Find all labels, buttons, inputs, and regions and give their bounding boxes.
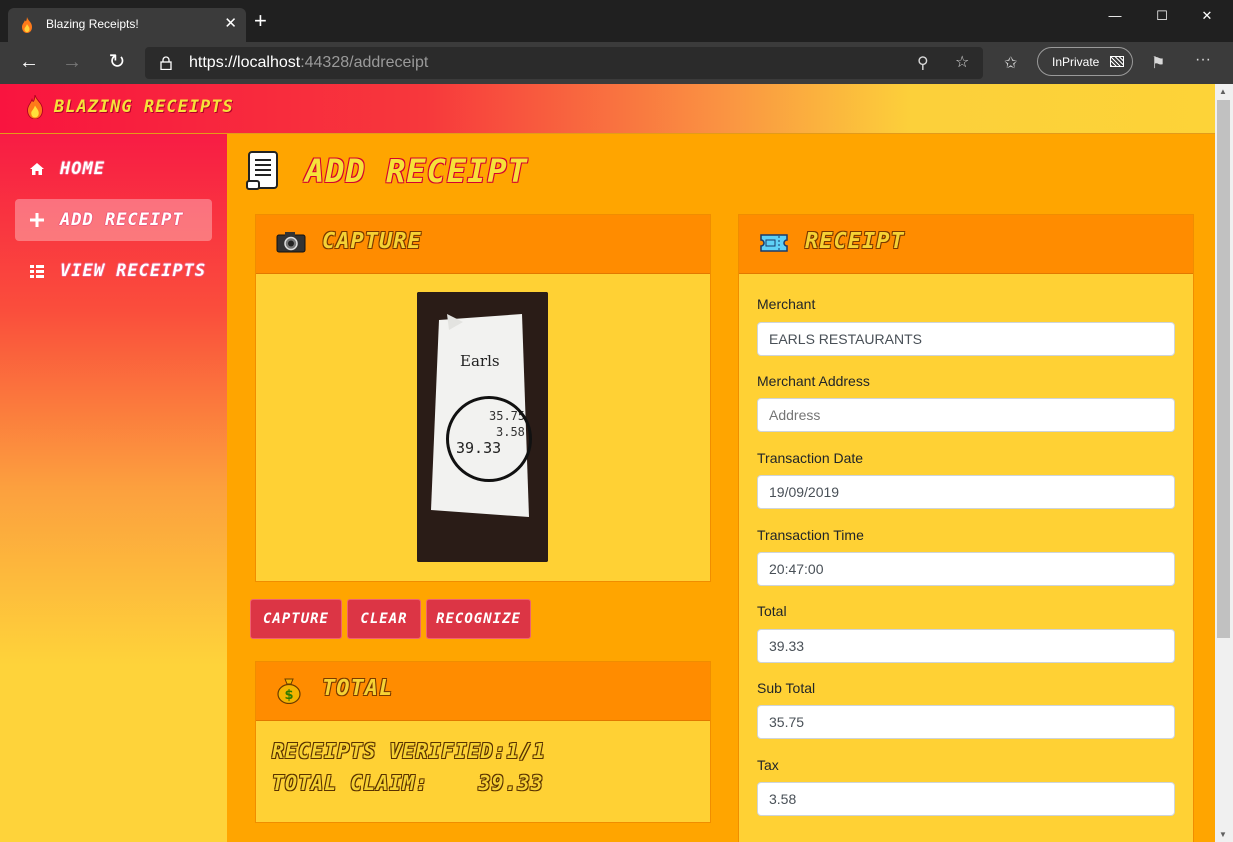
more-options-icon[interactable]: ···: [1195, 51, 1211, 69]
tax-field[interactable]: [757, 782, 1175, 816]
merchant-address-label: Merchant Address: [757, 373, 870, 389]
capture-button[interactable]: CAPTURE: [250, 599, 342, 639]
merchant-label: Merchant: [757, 296, 816, 312]
forward-icon[interactable]: →: [61, 51, 83, 73]
merchant-address-field[interactable]: [757, 398, 1175, 432]
feedback-icon[interactable]: ⚑: [1151, 53, 1165, 73]
total-label: Total: [757, 603, 787, 619]
sidebar: HOME ADD RECEIPT VIEW RECEIPTS: [0, 134, 227, 842]
total-card-title: TOTAL: [322, 676, 394, 701]
close-tab-icon[interactable]: ✕: [224, 14, 237, 32]
page-title: ADD RECEIPT: [305, 152, 528, 190]
favorite-star-icon[interactable]: ☆: [955, 52, 969, 72]
app-topbar: BLAZING RECEIPTS: [0, 84, 1215, 134]
svg-text:$: $: [284, 688, 293, 703]
plus-icon: [30, 213, 44, 227]
clear-button[interactable]: CLEAR: [347, 599, 421, 639]
transaction-date-field[interactable]: [757, 475, 1175, 509]
flame-icon: [22, 17, 32, 33]
brand[interactable]: BLAZING RECEIPTS: [24, 95, 234, 119]
focus-circle: [446, 396, 532, 482]
inprivate-icon: [1110, 56, 1124, 67]
sidebar-item-label: ADD RECEIPT: [60, 210, 184, 230]
scroll-icon: [246, 151, 278, 190]
recognize-button[interactable]: RECOGNIZE: [426, 599, 531, 639]
page: BLAZING RECEIPTS HOME ADD RECEIPT VIEW R…: [0, 84, 1215, 842]
sidebar-item-add-receipt[interactable]: ADD RECEIPT: [15, 199, 212, 241]
receipt-card: RECEIPT Merchant Merchant Address Transa…: [738, 214, 1194, 842]
favorites-icon[interactable]: ✩: [1004, 53, 1017, 73]
home-icon: [30, 163, 44, 175]
sidebar-item-home[interactable]: HOME: [15, 148, 212, 190]
browser-toolbar: ← → ↻ https://localhost:44328/addreceipt…: [0, 42, 1233, 84]
money-bag-icon: $: [277, 678, 301, 704]
transaction-time-label: Transaction Time: [757, 527, 864, 543]
lock-icon: [160, 56, 172, 70]
total-card-header: $ TOTAL: [256, 662, 710, 721]
browser-titlebar: Blazing Receipts! ✕ + ― ☐ ✕: [0, 0, 1233, 42]
tax-label: Tax: [757, 757, 779, 773]
scroll-thumb[interactable]: [1217, 100, 1230, 638]
zoom-icon[interactable]: ⚲: [917, 53, 929, 73]
sidebar-item-view-receipts[interactable]: VIEW RECEIPTS: [15, 250, 212, 292]
sub-total-label: Sub Total: [757, 680, 816, 696]
total-claim: TOTAL CLAIM: 39.33: [272, 771, 544, 795]
capture-card: CAPTURE Earls 35.75 3.58 39.33: [255, 214, 711, 582]
inprivate-button[interactable]: InPrivate: [1037, 47, 1133, 76]
receipt-card-title: RECEIPT: [805, 229, 905, 254]
page-scrollbar[interactable]: ▲ ▼: [1215, 84, 1233, 842]
receipt-card-header: RECEIPT: [739, 215, 1193, 274]
tab-title: Blazing Receipts!: [46, 17, 139, 31]
maximize-icon[interactable]: ☐: [1152, 8, 1172, 24]
total-card: $ TOTAL RECEIPTS VERIFIED:1/1 TOTAL CLAI…: [255, 661, 711, 823]
new-tab-icon[interactable]: +: [254, 10, 267, 32]
brand-name: BLAZING RECEIPTS: [54, 97, 234, 117]
minimize-icon[interactable]: ―: [1105, 8, 1125, 23]
sidebar-item-label: HOME: [60, 159, 105, 179]
sidebar-item-label: VIEW RECEIPTS: [60, 261, 207, 281]
list-icon: [30, 265, 44, 278]
scroll-down-icon[interactable]: ▼: [1219, 830, 1227, 839]
receipts-verified: RECEIPTS VERIFIED:1/1: [272, 739, 546, 763]
browser-tab[interactable]: Blazing Receipts! ✕: [8, 8, 246, 42]
ticket-icon: [760, 234, 788, 252]
camera-icon: [276, 232, 306, 253]
url-text: https://localhost:44328/addreceipt: [189, 54, 429, 71]
receipt-photo: Earls 35.75 3.58 39.33: [417, 292, 548, 562]
transaction-time-field[interactable]: [757, 552, 1175, 586]
flame-logo-icon: [27, 95, 43, 119]
capture-card-title: CAPTURE: [322, 229, 422, 254]
close-window-icon[interactable]: ✕: [1197, 8, 1217, 24]
capture-card-header: CAPTURE: [256, 215, 710, 274]
transaction-date-label: Transaction Date: [757, 450, 864, 466]
refresh-icon[interactable]: ↻: [106, 51, 128, 73]
address-bar[interactable]: https://localhost:44328/addreceipt ⚲ ☆: [145, 47, 983, 79]
sub-total-field[interactable]: [757, 705, 1175, 739]
total-field[interactable]: [757, 629, 1175, 663]
scroll-up-icon[interactable]: ▲: [1219, 87, 1227, 96]
back-icon[interactable]: ←: [18, 51, 40, 73]
merchant-field[interactable]: [757, 322, 1175, 356]
receipt-photo-merchant: Earls: [460, 352, 500, 370]
